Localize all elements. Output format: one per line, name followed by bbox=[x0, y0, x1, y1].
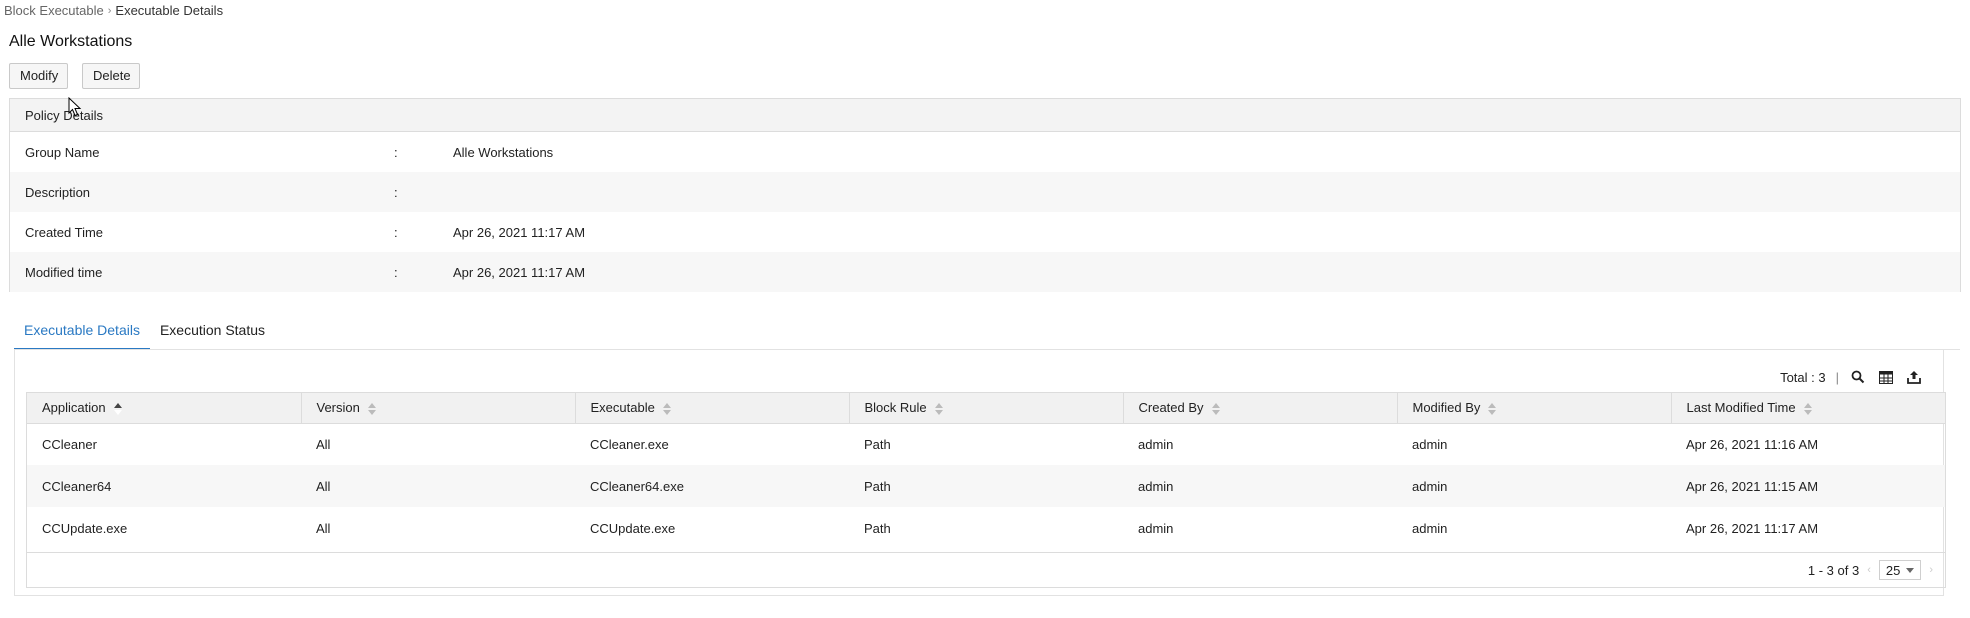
policy-colon: : bbox=[394, 224, 398, 240]
delete-button[interactable]: Delete bbox=[82, 63, 140, 89]
mouse-cursor-icon bbox=[68, 97, 82, 117]
policy-details-header: Policy Details bbox=[10, 99, 1960, 132]
policy-label: Group Name bbox=[25, 144, 100, 160]
sort-icon bbox=[367, 402, 376, 415]
table-cell: admin bbox=[1412, 436, 1448, 452]
table-cell: Apr 26, 2021 11:16 AM bbox=[1686, 436, 1819, 452]
page-title: Alle Workstations bbox=[9, 33, 133, 50]
column-header-label: Last Modified Time bbox=[1686, 400, 1796, 416]
table-cell: Path bbox=[849, 465, 1123, 507]
tab-executable-details[interactable]: Executable Details bbox=[14, 316, 150, 350]
table-cell: admin bbox=[1412, 520, 1448, 536]
sort-ascending-icon bbox=[113, 402, 122, 415]
table-cell: admin bbox=[1397, 465, 1671, 507]
export-icon[interactable] bbox=[1905, 368, 1923, 386]
sort-icon bbox=[1211, 402, 1220, 415]
sort-icon bbox=[662, 402, 671, 415]
policy-row-group-name: Group Name : Alle Workstations bbox=[10, 132, 1960, 172]
policy-value: Alle Workstations bbox=[453, 144, 554, 160]
policy-label: Description bbox=[25, 184, 91, 200]
page-size-value: 25 bbox=[1885, 562, 1901, 578]
policy-value: Apr 26, 2021 11:17 AM bbox=[453, 264, 586, 280]
table-cell: CCleaner bbox=[42, 436, 97, 452]
policy-colon: : bbox=[394, 144, 398, 160]
table-cell: Apr 26, 2021 11:17 AM bbox=[1686, 520, 1819, 536]
policy-row-description: Description : bbox=[10, 172, 1960, 212]
column-header-executable[interactable]: Executable bbox=[575, 393, 850, 424]
sort-icon bbox=[1488, 402, 1497, 415]
table-cell: Path bbox=[864, 520, 891, 536]
policy-details-panel: Policy Details Group Name : Alle Worksta… bbox=[9, 98, 1961, 292]
breadcrumb-current: Executable Details bbox=[115, 3, 224, 18]
table-cell: All bbox=[316, 520, 331, 536]
executable-table: Application Version Executable Block Rul… bbox=[26, 392, 1946, 588]
column-header-application[interactable]: Application bbox=[27, 393, 302, 424]
table-cell: Apr 26, 2021 11:15 AM bbox=[1671, 465, 1945, 507]
column-header-label: Application bbox=[42, 400, 106, 416]
policy-colon: : bbox=[394, 264, 398, 280]
modify-button[interactable]: Modify bbox=[9, 63, 68, 89]
total-count: Total : 3 bbox=[1780, 369, 1826, 385]
table-cell: Path bbox=[864, 436, 891, 452]
table-toolbar: Total : 3 | bbox=[1780, 368, 1923, 386]
toolbar-divider: | bbox=[1835, 369, 1839, 385]
table-cell: CCUpdate.exe bbox=[42, 520, 128, 536]
column-header-label: Executable bbox=[590, 400, 655, 416]
previous-page-button[interactable]: ‹ bbox=[1867, 564, 1871, 576]
column-header-modified-by[interactable]: Modified By bbox=[1397, 393, 1672, 424]
table-cell: All bbox=[316, 436, 331, 452]
table-cell: CCleaner.exe bbox=[590, 436, 669, 452]
column-header-created-by[interactable]: Created By bbox=[1123, 393, 1398, 424]
table-row: CCUpdate.exe All CCUpdate.exe Path admin… bbox=[27, 507, 1945, 549]
table-cell: CCUpdate.exe bbox=[590, 520, 676, 536]
table-cell: CCleaner64 bbox=[27, 465, 301, 507]
table-cell: CCleaner64.exe bbox=[575, 465, 849, 507]
policy-value: Apr 26, 2021 11:17 AM bbox=[453, 224, 586, 240]
columns-icon[interactable] bbox=[1877, 368, 1895, 386]
table-header-row: Application Version Executable Block Rul… bbox=[27, 393, 1945, 424]
sort-icon bbox=[934, 402, 943, 415]
search-icon[interactable] bbox=[1849, 368, 1867, 386]
pagination-range: 1 - 3 of 3 bbox=[1807, 562, 1860, 578]
table-cell: admin bbox=[1138, 520, 1174, 536]
column-header-version[interactable]: Version bbox=[301, 393, 576, 424]
column-header-label: Created By bbox=[1138, 400, 1204, 416]
column-header-label: Block Rule bbox=[864, 400, 927, 416]
policy-row-created-time: Created Time : Apr 26, 2021 11:17 AM bbox=[10, 212, 1960, 252]
policy-label: Modified time bbox=[25, 264, 103, 280]
column-header-label: Version bbox=[316, 400, 360, 416]
next-page-button[interactable]: › bbox=[1929, 564, 1933, 576]
table-cell: admin bbox=[1138, 436, 1174, 452]
table-row: CCleaner64 All CCleaner64.exe Path admin… bbox=[27, 465, 1945, 507]
table-cell: admin bbox=[1123, 465, 1397, 507]
table-cell: All bbox=[301, 465, 575, 507]
column-header-block-rule[interactable]: Block Rule bbox=[849, 393, 1124, 424]
tab-bar: Executable Details Execution Status bbox=[14, 316, 275, 350]
column-header-last-modified-time[interactable]: Last Modified Time bbox=[1671, 393, 1945, 424]
breadcrumb: Block Executable › Executable Details bbox=[4, 3, 223, 18]
breadcrumb-separator: › bbox=[107, 4, 112, 17]
policy-label: Created Time bbox=[25, 224, 104, 240]
column-header-label: Modified By bbox=[1412, 400, 1481, 416]
table-row: CCleaner All CCleaner.exe Path admin adm… bbox=[27, 423, 1945, 465]
pagination-bar: 1 - 3 of 3 ‹ 25 › bbox=[27, 552, 1945, 587]
page-size-select[interactable]: 25 bbox=[1878, 560, 1922, 580]
sort-icon bbox=[1803, 402, 1812, 415]
tab-execution-status[interactable]: Execution Status bbox=[150, 316, 275, 350]
policy-row-modified-time: Modified time : Apr 26, 2021 11:17 AM bbox=[10, 252, 1960, 292]
breadcrumb-parent-link[interactable]: Block Executable bbox=[4, 3, 104, 18]
executable-table-panel: Total : 3 | Application Version Executab… bbox=[14, 350, 1946, 596]
policy-colon: : bbox=[394, 184, 398, 200]
chevron-down-icon bbox=[1906, 567, 1915, 573]
